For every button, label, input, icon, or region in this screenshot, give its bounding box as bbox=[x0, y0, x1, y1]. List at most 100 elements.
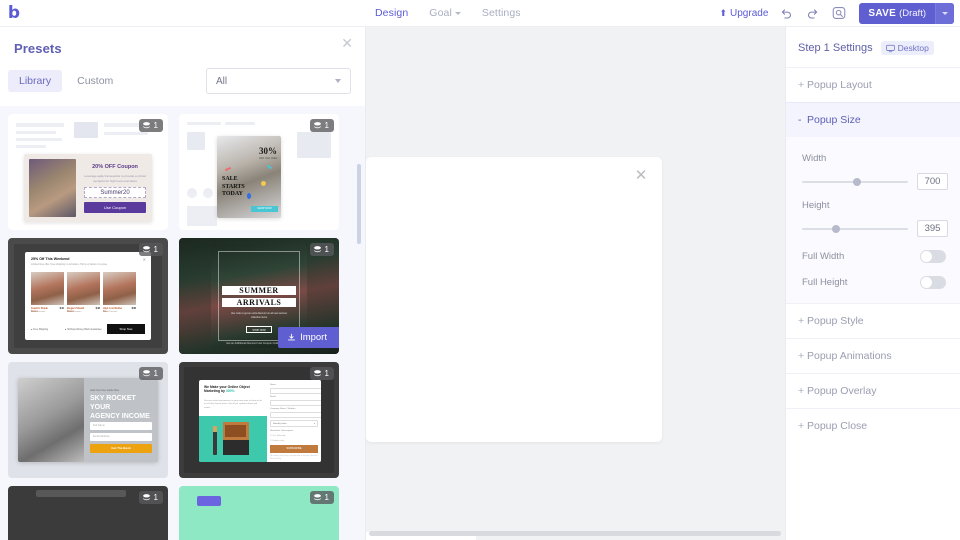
preset-step-count: 1 bbox=[154, 369, 158, 378]
save-dropdown-toggle[interactable] bbox=[935, 3, 954, 24]
nav-item-settings[interactable]: Settings bbox=[482, 7, 521, 19]
preview-icon[interactable] bbox=[831, 6, 846, 21]
slider-knob[interactable] bbox=[832, 225, 840, 233]
preset-step-badge: 1 bbox=[310, 491, 334, 504]
top-actions: ⬆ Upgrade SAVE bbox=[719, 3, 960, 24]
height-input[interactable]: 395 bbox=[917, 220, 948, 237]
expand-sign: + bbox=[798, 315, 807, 327]
section-popup-overlay[interactable]: +Popup Overlay bbox=[786, 373, 960, 408]
preset-step-count: 1 bbox=[154, 121, 158, 130]
page-title: Step 1 Settings bbox=[798, 42, 873, 54]
settings-panel: Step 1 Settings Desktop +Popup Layout -P… bbox=[785, 27, 960, 540]
slider-track bbox=[802, 228, 908, 230]
section-popup-style[interactable]: +Popup Style bbox=[786, 303, 960, 338]
upgrade-button[interactable]: ⬆ Upgrade bbox=[719, 8, 768, 19]
undo-icon[interactable] bbox=[779, 6, 794, 21]
layers-icon bbox=[142, 245, 151, 254]
scrollbar-thumb[interactable] bbox=[369, 531, 781, 536]
save-button[interactable]: SAVE (Draft) bbox=[859, 3, 954, 24]
category-filter-select[interactable]: All bbox=[206, 68, 351, 94]
preset-card[interactable]: SUMMER ARRIVALS Use code to get an extra… bbox=[179, 238, 339, 354]
slider-knob[interactable] bbox=[853, 178, 861, 186]
section-label: Popup Style bbox=[807, 315, 864, 327]
device-badge[interactable]: Desktop bbox=[881, 41, 934, 55]
expand-sign: + bbox=[798, 385, 807, 397]
presets-grid: 20% OFF Coupon Leverage agile frameworks… bbox=[8, 114, 355, 540]
close-icon[interactable]: ✕ bbox=[341, 36, 353, 50]
nav-item-goal[interactable]: Goal bbox=[429, 7, 461, 19]
preset-card[interactable]: 1 bbox=[8, 486, 168, 540]
width-label: Width bbox=[802, 153, 948, 164]
chevron-down-icon bbox=[335, 79, 341, 83]
full-height-toggle[interactable] bbox=[920, 276, 946, 289]
layers-icon bbox=[142, 493, 151, 502]
settings-header: Step 1 Settings Desktop bbox=[786, 27, 960, 67]
filter-value: All bbox=[216, 76, 227, 87]
preset-step-badge: 1 bbox=[139, 491, 163, 504]
preset-card[interactable]: We Make your Online Object Marketing by … bbox=[179, 362, 339, 478]
preset-step-count: 1 bbox=[325, 245, 329, 254]
download-icon bbox=[287, 333, 296, 342]
section-popup-animations[interactable]: +Popup Animations bbox=[786, 338, 960, 373]
height-label: Height bbox=[802, 200, 948, 211]
popup-builder-app: b Design Goal Settings ⬆ Upgrade bbox=[0, 0, 960, 540]
preset-card[interactable]: 25% Off This Weekend Limited time offer.… bbox=[8, 238, 168, 354]
layers-icon bbox=[142, 369, 151, 378]
upgrade-label: Upgrade bbox=[730, 8, 768, 19]
section-popup-layout[interactable]: +Popup Layout bbox=[786, 67, 960, 102]
preset-card[interactable]: Grab Your Free Guide Now SKY ROCKET YOUR… bbox=[8, 362, 168, 478]
save-label: SAVE bbox=[868, 8, 896, 19]
monitor-icon bbox=[886, 44, 895, 53]
expand-sign: + bbox=[798, 79, 807, 91]
canvas-horizontal-scrollbar[interactable] bbox=[366, 531, 785, 537]
device-badge-label: Desktop bbox=[898, 43, 929, 53]
section-popup-size[interactable]: -Popup Size bbox=[786, 102, 960, 137]
design-canvas[interactable]: ✕ bbox=[366, 27, 785, 540]
tab-custom[interactable]: Custom bbox=[66, 70, 124, 92]
preset-card[interactable]: 30% OFF Your Order SALESTARTSTODAY SHOP … bbox=[179, 114, 339, 230]
import-button[interactable]: Import bbox=[278, 327, 339, 348]
top-toolbar: b Design Goal Settings ⬆ Upgrade bbox=[0, 0, 960, 27]
app-logo[interactable]: b bbox=[0, 5, 28, 22]
presets-tabs: Library Custom All bbox=[0, 56, 365, 106]
close-icon[interactable]: ✕ bbox=[634, 169, 648, 183]
preset-step-count: 1 bbox=[154, 493, 158, 502]
width-input[interactable]: 700 bbox=[917, 173, 948, 190]
preset-card[interactable]: 20% OFF Coupon Leverage agile frameworks… bbox=[8, 114, 168, 230]
save-button-main[interactable]: SAVE (Draft) bbox=[859, 3, 935, 24]
top-nav: Design Goal Settings bbox=[375, 7, 521, 19]
layers-icon bbox=[313, 493, 322, 502]
section-label: Popup Layout bbox=[807, 79, 872, 91]
preset-card[interactable]: 1 bbox=[179, 486, 339, 540]
redo-icon[interactable] bbox=[805, 6, 820, 21]
presets-scrollbar-thumb[interactable] bbox=[357, 164, 361, 244]
tab-label: Custom bbox=[77, 75, 113, 87]
height-slider[interactable] bbox=[802, 223, 908, 235]
save-state: (Draft) bbox=[899, 8, 926, 19]
popup-size-body: Width 700 Height 395 Full Width bbox=[786, 137, 960, 303]
nav-label-design: Design bbox=[375, 7, 408, 19]
full-width-toggle[interactable] bbox=[920, 250, 946, 263]
preset-step-count: 1 bbox=[325, 121, 329, 130]
layers-icon bbox=[313, 369, 322, 378]
canvas-viewport: ✕ bbox=[366, 27, 785, 540]
expand-sign: + bbox=[798, 420, 807, 432]
tab-library[interactable]: Library bbox=[8, 70, 62, 92]
nav-item-design[interactable]: Design bbox=[375, 7, 408, 19]
preset-step-count: 1 bbox=[325, 369, 329, 378]
section-label: Popup Animations bbox=[807, 350, 892, 362]
chevron-down-icon bbox=[942, 12, 948, 15]
popup-preview[interactable]: ✕ bbox=[366, 157, 662, 442]
preset-step-badge: 1 bbox=[139, 119, 163, 132]
preset-step-badge: 1 bbox=[139, 367, 163, 380]
presets-scroll-area[interactable]: 20% OFF Coupon Leverage agile frameworks… bbox=[0, 106, 365, 540]
width-slider[interactable] bbox=[802, 176, 908, 188]
section-label: Popup Overlay bbox=[807, 385, 876, 397]
full-width-row: Full Width bbox=[802, 250, 948, 263]
width-row: 700 bbox=[802, 173, 948, 190]
full-width-label: Full Width bbox=[802, 251, 844, 262]
preset-step-badge: 1 bbox=[310, 243, 334, 256]
logo-letter: b bbox=[8, 5, 20, 22]
section-popup-close[interactable]: +Popup Close bbox=[786, 408, 960, 443]
height-row: 395 bbox=[802, 220, 948, 237]
